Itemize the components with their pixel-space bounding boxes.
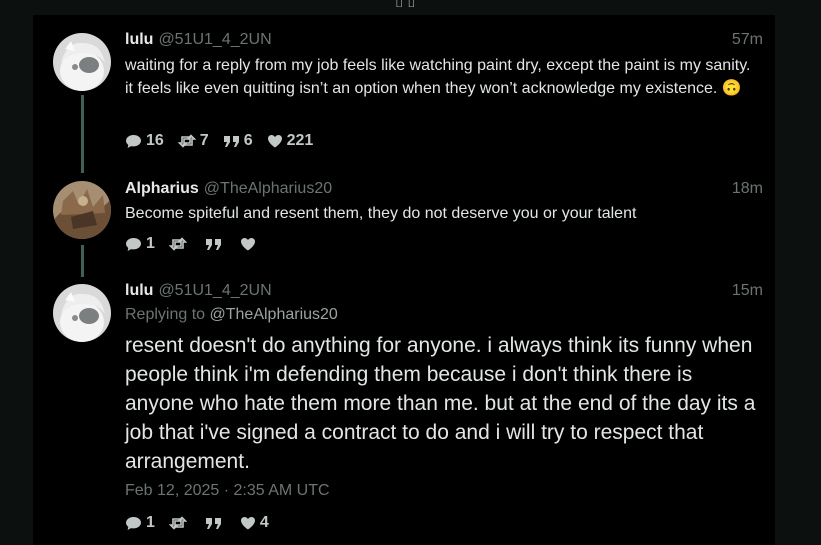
quote-count: 6 xyxy=(243,132,253,149)
display-name[interactable]: Alpharius xyxy=(125,180,199,198)
thread-line xyxy=(81,245,84,277)
replying-mention[interactable]: @TheAlpharius20 xyxy=(210,306,338,323)
retweet-stat[interactable] xyxy=(168,237,191,251)
timestamp[interactable]: 18m xyxy=(732,180,763,198)
timestamp[interactable]: 15m xyxy=(732,282,763,300)
tweet-date[interactable]: Feb 12, 2025 · 2:35 AM UTC xyxy=(125,482,330,500)
tweet-stats: 16 7 6 221 xyxy=(125,132,327,150)
reply-count: 1 xyxy=(146,514,155,531)
like-stat[interactable]: 4 xyxy=(240,514,269,532)
quote-icon xyxy=(223,135,239,147)
comment-icon xyxy=(126,237,141,251)
thread-panel: lulu @51U1_4_2UN 57m waiting for a reply… xyxy=(33,15,775,545)
display-name[interactable]: lulu xyxy=(125,31,153,49)
top-cut-glyph: ⌷ ⌷ xyxy=(395,0,416,10)
like-stat[interactable]: 221 xyxy=(267,132,314,150)
like-count: 221 xyxy=(286,132,314,149)
like-stat[interactable] xyxy=(240,237,260,251)
tweet-text: Become spiteful and resent them, they do… xyxy=(125,205,637,222)
quote-stat[interactable]: 6 xyxy=(223,132,253,150)
heart-icon xyxy=(240,517,255,530)
tweet-text: resent doesn't do anything for anyone. i… xyxy=(125,334,756,473)
avatar-lulu[interactable] xyxy=(53,33,111,91)
retweet-stat[interactable]: 7 xyxy=(177,132,209,150)
retweet-icon xyxy=(177,134,196,148)
tweet-text: waiting for a reply from my job feels li… xyxy=(125,57,751,97)
tweet-stats: 1 4 xyxy=(125,514,283,532)
tweet-header: lulu @51U1_4_2UN 57m xyxy=(125,31,763,51)
reply-stat[interactable]: 1 xyxy=(125,235,155,253)
tweet-stats: 1 xyxy=(125,235,274,253)
quote-icon xyxy=(205,517,221,529)
comment-icon xyxy=(126,134,141,148)
username[interactable]: @51U1_4_2UN xyxy=(158,31,271,49)
thread-line xyxy=(81,95,84,173)
avatar-lulu[interactable] xyxy=(53,284,111,342)
retweet-icon xyxy=(168,237,187,251)
reply-count: 16 xyxy=(146,132,164,149)
retweet-icon xyxy=(168,516,187,530)
display-name[interactable]: lulu xyxy=(125,282,153,300)
heart-icon xyxy=(267,135,282,148)
username[interactable]: @TheAlpharius20 xyxy=(204,180,332,198)
replying-prefix: Replying to xyxy=(125,306,206,323)
heart-icon xyxy=(240,238,255,251)
replying-to: Replying to @TheAlpharius20 xyxy=(125,306,338,324)
timestamp[interactable]: 57m xyxy=(732,31,763,49)
tweet-header: lulu @51U1_4_2UN 15m xyxy=(125,282,763,302)
avatar-alpharius[interactable] xyxy=(53,181,111,239)
reply-stat[interactable]: 16 xyxy=(125,132,164,150)
username[interactable]: @51U1_4_2UN xyxy=(158,282,271,300)
reply-count: 1 xyxy=(146,235,155,252)
like-count: 4 xyxy=(259,514,269,531)
retweet-stat[interactable] xyxy=(168,516,191,530)
quote-stat[interactable] xyxy=(205,238,226,251)
retweet-count: 7 xyxy=(199,132,209,149)
quote-icon xyxy=(205,238,221,250)
tweet-header: Alpharius @TheAlpharius20 18m xyxy=(125,180,763,200)
reply-stat[interactable]: 1 xyxy=(125,514,155,532)
quote-stat[interactable] xyxy=(205,517,226,530)
comment-icon xyxy=(126,516,141,530)
